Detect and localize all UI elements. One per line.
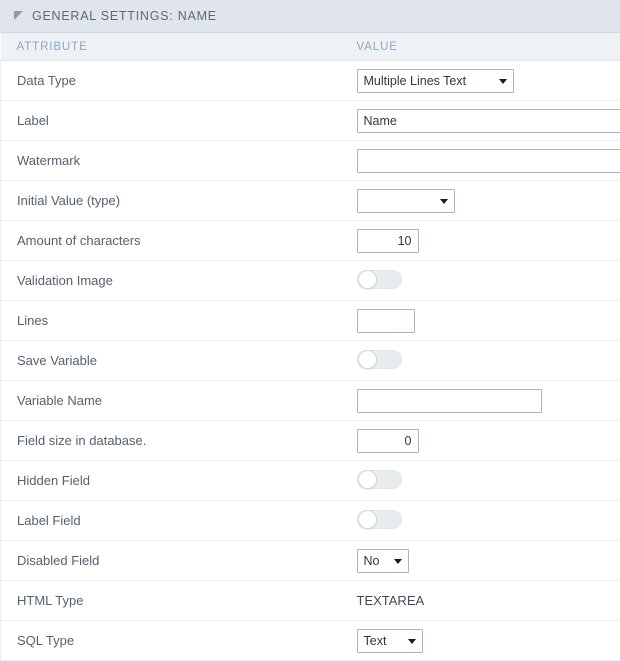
chevron-down-icon: [440, 199, 448, 204]
table-row: HTML Type TEXTAREA: [1, 581, 620, 621]
row-value-label-field: [329, 501, 620, 541]
row-label-amount-of-characters: Amount of characters: [1, 221, 329, 261]
field-size-input[interactable]: 0: [357, 429, 419, 453]
disabled-field-select[interactable]: No: [357, 549, 409, 573]
sql-type-select-value: Text: [364, 634, 387, 648]
data-type-select-value: Multiple Lines Text: [364, 74, 467, 88]
triangle-collapse-icon[interactable]: [14, 11, 23, 20]
row-label-validation-image: Validation Image: [1, 261, 329, 301]
amount-of-characters-input[interactable]: 10: [357, 229, 419, 253]
table-row: Validation Image: [1, 261, 620, 301]
amount-of-characters-value: 10: [364, 234, 412, 248]
table-row: Initial Value (type): [1, 181, 620, 221]
row-label-hidden-field: Hidden Field: [1, 461, 329, 501]
hidden-field-toggle[interactable]: [357, 470, 402, 489]
validation-image-toggle[interactable]: [357, 270, 402, 289]
initial-value-select[interactable]: [357, 189, 455, 213]
panel-title-text: GENERAL SETTINGS: NAME: [32, 9, 217, 23]
row-value-variable-name: [329, 381, 620, 421]
panel-title-bar[interactable]: GENERAL SETTINGS: NAME: [0, 0, 620, 33]
row-label-lines: Lines: [1, 301, 329, 341]
row-value-amount-of-characters: 10: [329, 221, 620, 261]
settings-table: ATTRIBUTE VALUE Data Type Multiple Lines…: [0, 33, 620, 661]
table-row: Lines: [1, 301, 620, 341]
table-row: Field size in database. 0: [1, 421, 620, 461]
table-row: Hidden Field: [1, 461, 620, 501]
table-row: Amount of characters 10: [1, 221, 620, 261]
row-value-initial-value: [329, 181, 620, 221]
row-value-field-size: 0: [329, 421, 620, 461]
table-header: ATTRIBUTE VALUE: [1, 34, 620, 61]
row-label-disabled-field: Disabled Field: [1, 541, 329, 581]
field-size-value: 0: [364, 434, 412, 448]
toggle-knob-icon: [358, 470, 377, 489]
row-value-hidden-field: [329, 461, 620, 501]
row-value-disabled-field: No: [329, 541, 620, 581]
row-label-sql-type: SQL Type: [1, 621, 329, 661]
row-label-watermark: Watermark: [1, 141, 329, 181]
row-label-variable-name: Variable Name: [1, 381, 329, 421]
row-value-save-variable: [329, 341, 620, 381]
label-input[interactable]: Name: [357, 109, 620, 133]
row-value-lines: [329, 301, 620, 341]
disabled-field-select-value: No: [364, 554, 380, 568]
table-header-row: ATTRIBUTE VALUE: [1, 34, 620, 61]
row-value-data-type: Multiple Lines Text: [329, 61, 620, 101]
label-input-value: Name: [364, 114, 397, 128]
row-label-html-type: HTML Type: [1, 581, 329, 621]
table-row: Label Field: [1, 501, 620, 541]
lines-input[interactable]: [357, 309, 415, 333]
row-label-label-field: Label Field: [1, 501, 329, 541]
data-type-select[interactable]: Multiple Lines Text: [357, 69, 514, 93]
toggle-knob-icon: [358, 270, 377, 289]
row-value-watermark: [329, 141, 620, 181]
table-row: SQL Type Text: [1, 621, 620, 661]
table-row: Watermark: [1, 141, 620, 181]
table-body: Data Type Multiple Lines Text Label Name: [1, 61, 620, 661]
table-row: Data Type Multiple Lines Text: [1, 61, 620, 101]
html-type-value: TEXTAREA: [357, 593, 425, 608]
row-value-sql-type: Text: [329, 621, 620, 661]
table-row: Save Variable: [1, 341, 620, 381]
row-value-label: Name: [329, 101, 620, 141]
toggle-knob-icon: [358, 350, 377, 369]
watermark-input[interactable]: [357, 149, 620, 173]
label-field-toggle[interactable]: [357, 510, 402, 529]
chevron-down-icon: [408, 639, 416, 644]
chevron-down-icon: [394, 559, 402, 564]
toggle-knob-icon: [358, 510, 377, 529]
row-value-validation-image: [329, 261, 620, 301]
column-header-value: VALUE: [329, 34, 620, 61]
table-row: Variable Name: [1, 381, 620, 421]
save-variable-toggle[interactable]: [357, 350, 402, 369]
table-row: Label Name: [1, 101, 620, 141]
row-label-field-size: Field size in database.: [1, 421, 329, 461]
row-label-data-type: Data Type: [1, 61, 329, 101]
column-header-attribute: ATTRIBUTE: [1, 34, 329, 61]
variable-name-input[interactable]: [357, 389, 542, 413]
row-value-html-type: TEXTAREA: [329, 581, 620, 621]
table-row: Disabled Field No: [1, 541, 620, 581]
row-label-save-variable: Save Variable: [1, 341, 329, 381]
chevron-down-icon: [499, 79, 507, 84]
row-label-label: Label: [1, 101, 329, 141]
sql-type-select[interactable]: Text: [357, 629, 423, 653]
row-label-initial-value: Initial Value (type): [1, 181, 329, 221]
general-settings-panel: GENERAL SETTINGS: NAME ATTRIBUTE VALUE D…: [0, 0, 620, 623]
